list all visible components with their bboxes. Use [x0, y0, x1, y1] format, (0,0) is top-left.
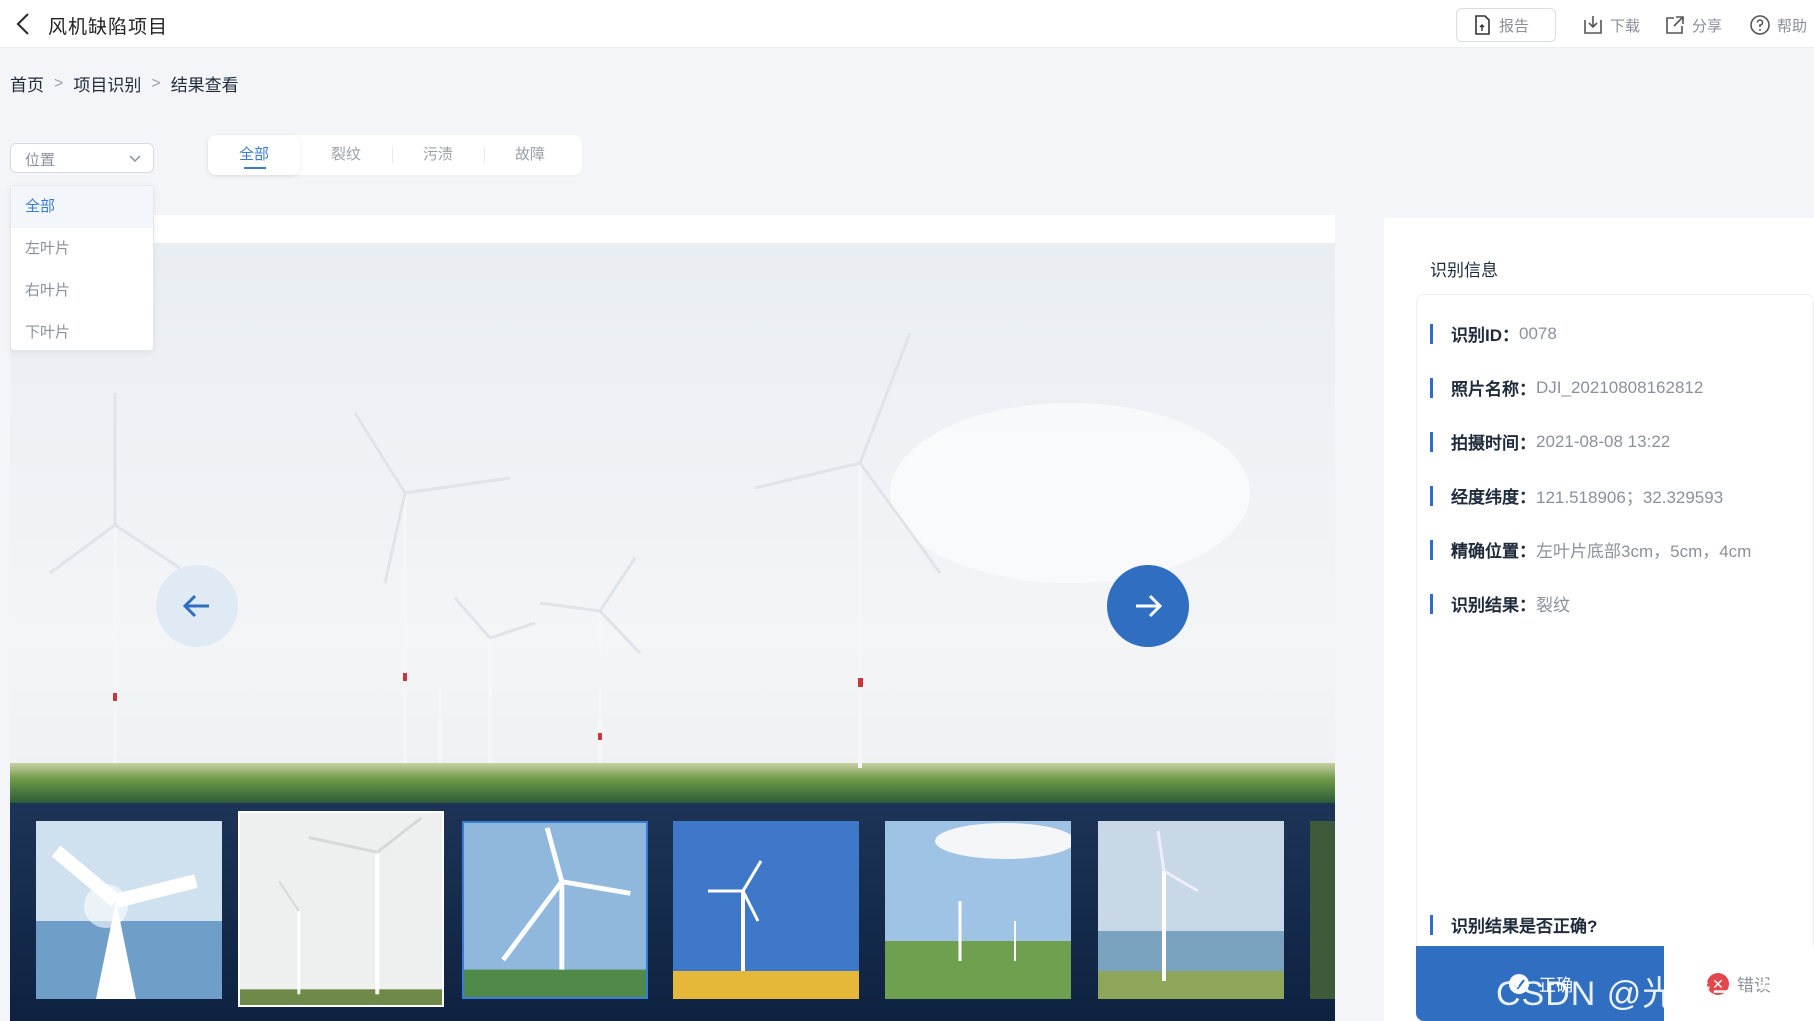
- thumbnail-strip: [10, 803, 1335, 1021]
- dropdown-option-right-blade[interactable]: 右叶片: [11, 270, 153, 312]
- thumbnail-item[interactable]: [673, 821, 859, 999]
- info-value: 121.518906；32.329593: [1536, 488, 1724, 507]
- help-icon: [1750, 15, 1770, 35]
- info-key: 照片名称：: [1451, 380, 1536, 399]
- info-key: 精确位置：: [1451, 542, 1536, 561]
- location-select-value: 位置: [25, 152, 56, 169]
- tab-crack[interactable]: 裂纹: [300, 135, 392, 175]
- thumbnail-item[interactable]: [1098, 821, 1284, 999]
- info-panel-title: 识别信息: [1430, 261, 1498, 280]
- info-value: 左叶片底部3cm，5cm，4cm: [1536, 542, 1752, 561]
- info-key: 拍摄时间：: [1451, 434, 1536, 453]
- download-button[interactable]: 下载: [1582, 8, 1640, 42]
- chevron-right-icon: >: [54, 74, 64, 92]
- help-button[interactable]: 帮助: [1749, 8, 1807, 42]
- result-question: 识别结果是否正确?: [1430, 912, 1597, 937]
- info-value: 裂纹: [1536, 596, 1570, 615]
- next-image-button[interactable]: [1107, 565, 1189, 647]
- chevron-down-icon: [129, 155, 141, 163]
- info-row-result: 识别结果： 裂纹: [1430, 591, 1570, 616]
- info-row-location: 精确位置： 左叶片底部3cm，5cm，4cm: [1430, 537, 1751, 562]
- dropdown-option-left-blade[interactable]: 左叶片: [11, 228, 153, 270]
- info-key: 识别ID：: [1451, 326, 1519, 345]
- tab-all[interactable]: 全部: [208, 135, 300, 175]
- arrow-right-icon: [1136, 594, 1163, 618]
- help-label: 帮助: [1777, 17, 1808, 35]
- info-value: DJI_20210808162812: [1536, 377, 1704, 397]
- breadcrumb-project[interactable]: 项目识别: [73, 71, 141, 96]
- share-button[interactable]: 分享: [1664, 8, 1722, 42]
- report-icon: [1475, 15, 1490, 35]
- report-label: 报告: [1499, 17, 1530, 35]
- share-icon: [1666, 16, 1684, 34]
- chevron-right-icon: >: [151, 74, 161, 92]
- tab-fault[interactable]: 故障: [484, 135, 576, 175]
- location-select[interactable]: 位置: [10, 143, 154, 173]
- info-row-photo-name: 照片名称： DJI_20210808162812: [1430, 375, 1703, 400]
- breadcrumb-home[interactable]: 首页: [10, 71, 44, 96]
- prev-image-button[interactable]: [156, 565, 238, 647]
- info-key: 识别结果：: [1451, 596, 1536, 615]
- defect-tabs: 全部 裂纹 污渍 故障: [208, 135, 582, 175]
- info-value: 2021-08-08 13:22: [1536, 431, 1671, 451]
- arrow-left-icon: [182, 594, 209, 618]
- thumbnail-item-selected[interactable]: [462, 821, 648, 999]
- main-photo: [10, 243, 1335, 803]
- thumbnail-item[interactable]: [238, 811, 444, 1007]
- info-key: 经度纬度：: [1451, 488, 1536, 507]
- thumbnail-item[interactable]: [1310, 821, 1335, 999]
- location-dropdown: 全部 左叶片 右叶片 下叶片: [10, 185, 154, 351]
- thumbnail-item[interactable]: [885, 821, 1071, 999]
- thumbnail-item[interactable]: [36, 821, 222, 999]
- page-title: 风机缺陷项目: [48, 17, 169, 38]
- share-label: 分享: [1692, 17, 1723, 35]
- info-row-capture-time: 拍摄时间： 2021-08-08 13:22: [1430, 429, 1670, 454]
- back-arrow-icon[interactable]: [12, 10, 36, 38]
- breadcrumb: 首页 > 项目识别 > 结果查看: [10, 71, 239, 96]
- download-label: 下载: [1610, 17, 1641, 35]
- dropdown-option-lower-blade[interactable]: 下叶片: [11, 312, 153, 354]
- watermark: CSDN @光伏一点通: [1496, 975, 1783, 1013]
- download-icon: [1584, 16, 1602, 34]
- breadcrumb-current: 结果查看: [170, 76, 239, 95]
- tab-stain[interactable]: 污渍: [392, 135, 484, 175]
- info-value: 0078: [1519, 323, 1557, 343]
- info-row-id: 识别ID： 0078: [1430, 321, 1557, 346]
- info-row-coordinates: 经度纬度： 121.518906；32.329593: [1430, 483, 1723, 508]
- report-button[interactable]: 报告: [1456, 8, 1556, 42]
- dropdown-option-all[interactable]: 全部: [11, 186, 153, 228]
- top-header: 风机缺陷项目 报告 下载 分享 帮助: [0, 0, 1814, 48]
